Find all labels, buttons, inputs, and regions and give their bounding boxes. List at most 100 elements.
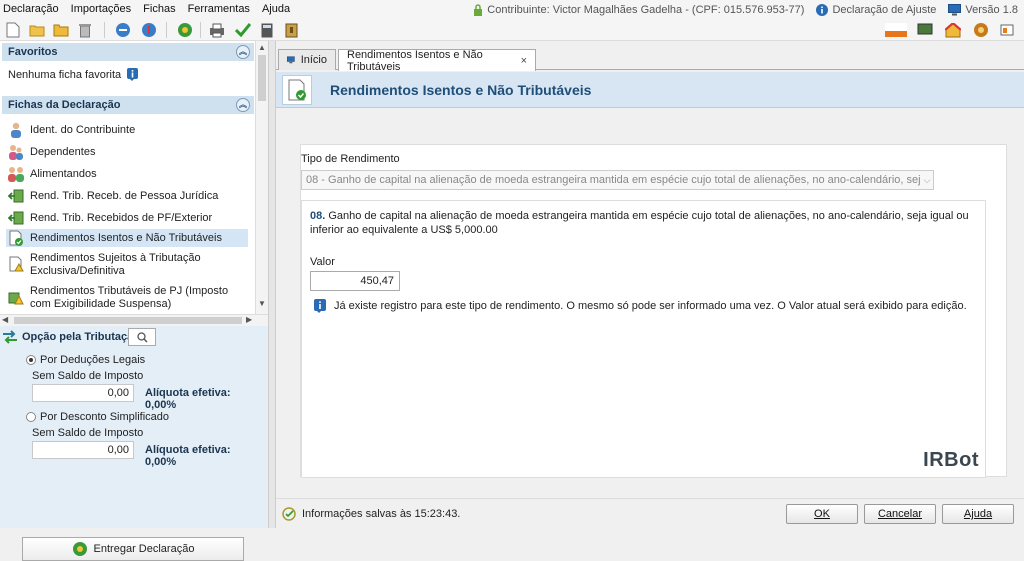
favorites-title: Favoritos [8,46,58,58]
fichas-header[interactable]: Fichas da Declaração ︽ [2,96,254,114]
opcao-body: Por Deduções Legais Sem Saldo de Imposto… [12,348,264,522]
trash-icon[interactable] [76,21,94,39]
radio-circle[interactable] [26,412,36,422]
page-icon-box [282,75,312,105]
ficha-dependentes[interactable]: Dependentes [8,143,248,161]
printer-icon[interactable] [208,21,226,39]
scroll-down-icon[interactable]: ▼ [257,299,267,309]
help-button[interactable]: Ajuda [942,504,1014,524]
money-warning-icon [8,289,24,305]
ficha-label: Rendimentos Tributáveis de PJ (Imposto c… [30,285,229,310]
ficha-label: Alimentandos [30,168,97,180]
ficha-label: Rend. Trib. Receb. de Pessoa Jurídica [30,190,219,202]
main-area: Início Rendimentos Isentos e Não Tributá… [276,41,1024,528]
save-status-icon [282,507,296,521]
details-panel: 08. Ganho de capital na alienação de moe… [301,200,986,478]
scroll-up-icon[interactable]: ▲ [257,43,267,53]
radio-circle[interactable] [26,355,36,365]
document-check-icon [8,230,24,246]
tab-label: Rendimentos Isentos e Não Tributáveis [347,48,483,73]
info-message: Já existe registro para este tipo de ren… [314,299,967,313]
collapse-fichas-icon[interactable]: ︽ [236,98,250,112]
aliquota-legais: Alíquota efetiva: 0,00% [145,387,231,411]
irpf-logo-icon[interactable] [884,21,908,39]
tab-inicio[interactable]: Início [278,49,336,70]
status-text: Informações salvas às 15:23:43. [302,508,461,520]
search-button[interactable] [128,328,156,346]
menu-ajuda[interactable]: Ajuda [256,0,296,19]
info-icon [314,299,326,313]
left-panel: Favoritos ︽ Nenhuma ficha favorita Ficha… [0,41,269,561]
opcao-tributacao-section: Opção pela Tributação: Por Deduções Lega… [0,326,268,561]
home-icon[interactable] [944,21,962,39]
menu-ferramentas[interactable]: Ferramentas [182,0,256,19]
desc-code: 08. [310,210,326,222]
menu-fichas[interactable]: Fichas [137,0,181,19]
help-label: Ajuda [963,508,993,520]
tipo-label: Tipo de Rendimento [301,153,400,165]
saldo-label-simplificado: Sem Saldo de Imposto [32,427,144,439]
globe-icon[interactable] [176,21,194,39]
screen-icon[interactable] [916,21,934,39]
money-in-icon [8,188,24,204]
status: Informações salvas às 15:23:43. [282,507,460,521]
folder-icon[interactable] [52,21,70,39]
menu-importacoes[interactable]: Importações [65,0,138,19]
entregar-declaracao-button[interactable]: Entregar Declaração [22,537,244,561]
ficha-ident-contribuinte[interactable]: Ident. do Contribuinte [8,121,248,139]
document-warning-icon [8,256,24,272]
receita-icon[interactable] [972,21,990,39]
tab-close-icon[interactable]: × [521,55,527,67]
valor-input[interactable]: 450,47 [310,271,400,291]
fichas-horizontal-scrollbar[interactable]: ◀ ▶ [0,314,268,326]
tab-rendimentos-isentos[interactable]: Rendimentos Isentos e Não Tributáveis × [338,48,536,73]
saldo-label-legais: Sem Saldo de Imposto [32,370,144,382]
ok-button[interactable]: OK [786,504,858,524]
scroll-right-icon[interactable]: ▶ [246,315,252,324]
document-check-icon [288,79,306,101]
ficha-rend-exig-suspensa[interactable]: Rendimentos Tributáveis de PJ (Imposto c… [8,285,248,313]
form-box: Tipo de Rendimento 08 - Ganho de capital… [300,144,1007,478]
open-folder-icon[interactable] [28,21,46,39]
aliquota-simplificado: Alíquota efetiva: 0,00% [145,444,231,468]
favorites-empty-text: Nenhuma ficha favorita [8,68,122,81]
fichas-vertical-scrollbar[interactable]: ▲ ▼ [255,41,268,314]
lock-icon [474,3,483,16]
minimize-window-icon[interactable] [998,21,1016,39]
scroll-left-icon[interactable]: ◀ [2,315,8,324]
people-icon [8,144,24,160]
ficha-rend-trib-pj[interactable]: Rend. Trib. Receb. de Pessoa Jurídica [8,187,248,205]
ficha-rend-trib-pf[interactable]: Rend. Trib. Recebidos de PF/Exterior [8,209,248,227]
menu-declaracao[interactable]: Declaração [0,0,65,19]
tipo-rendimento-select[interactable]: 08 - Ganho de capital na alienação de mo… [301,170,934,190]
ficha-alimentandos[interactable]: Alimentandos [8,165,248,183]
version-info: Versão 1.8 [948,3,1018,16]
radio-desconto-simplificado[interactable]: Por Desconto Simplificado [26,411,169,423]
favorites-header[interactable]: Favoritos ︽ [2,43,254,61]
collapse-favorites-icon[interactable]: ︽ [236,45,250,59]
ficha-label: Rendimentos Sujeitos à Tributação Exclus… [30,252,201,277]
cancel-label: Cancelar [877,508,923,520]
chevron-down-icon[interactable]: ⌵ [921,171,933,189]
check-icon[interactable] [234,21,252,39]
receive-icon[interactable] [140,21,158,39]
cancel-button[interactable]: Cancelar [864,504,936,524]
fichas-title: Fichas da Declaração [8,99,121,111]
contributor-text: Contribuinte: Victor Magalhães Gadelha -… [487,3,805,16]
new-icon[interactable] [4,21,22,39]
valor-label: Valor [310,256,335,268]
transmit-icon[interactable] [114,21,132,39]
splitter[interactable] [269,41,276,528]
hscroll-thumb[interactable] [14,317,242,324]
ficha-rend-exclusiva[interactable]: Rendimentos Sujeitos à Tributação Exclus… [8,252,248,280]
book-icon[interactable] [282,21,300,39]
calculator-icon[interactable] [258,21,276,39]
money-in-icon [8,210,24,226]
radio-deducoes-legais[interactable]: Por Deduções Legais [26,354,145,366]
valor-simplificado: 0,00 [32,441,134,459]
declaration-type-text: Declaração de Ajuste [832,3,937,16]
ficha-rend-isentos-selected[interactable]: Rendimentos Isentos e Não Tributáveis [6,229,248,247]
declaration-type: Declaração de Ajuste [816,3,937,16]
scroll-thumb[interactable] [258,55,266,101]
opcao-header: Opção pela Tributação: [2,330,144,344]
